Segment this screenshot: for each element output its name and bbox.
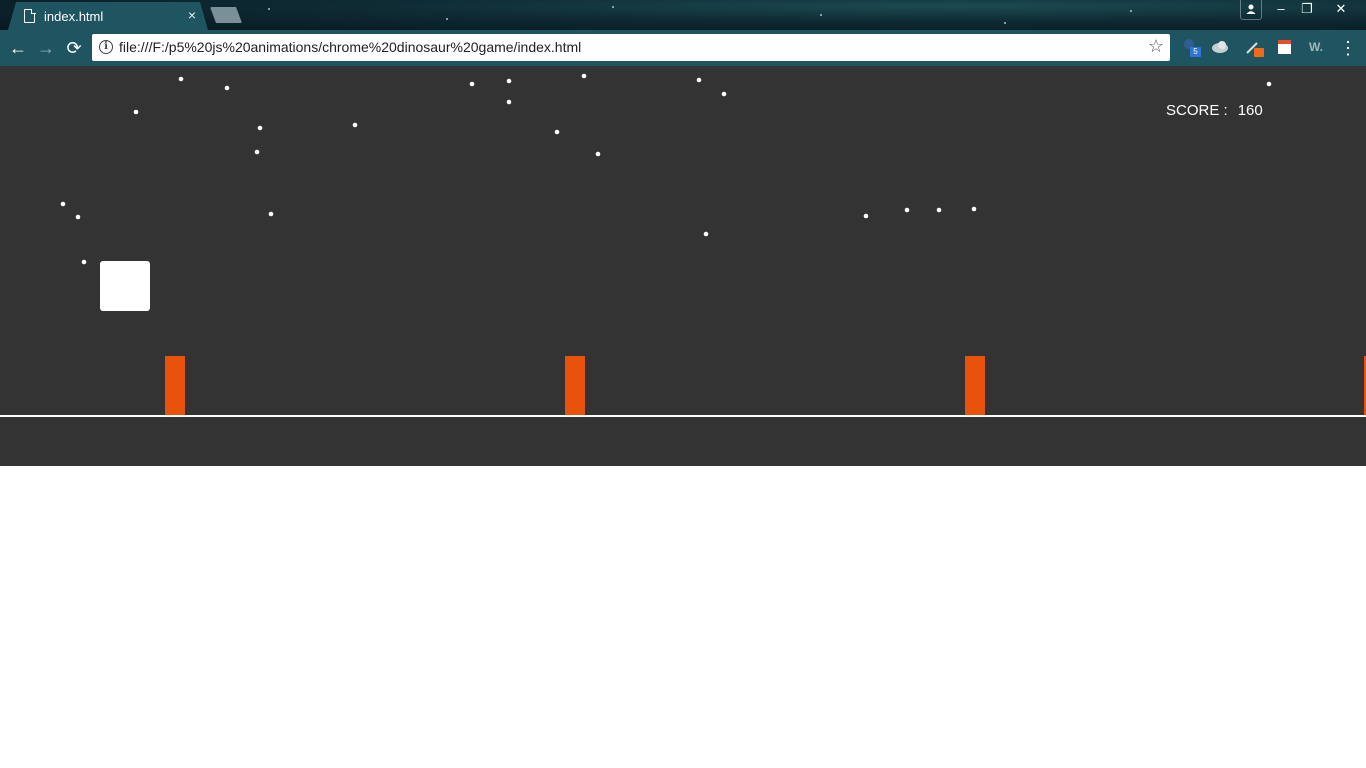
star-dot [703, 231, 709, 237]
star-field [60, 73, 1272, 265]
extension-cloud-icon[interactable] [1210, 37, 1230, 57]
star-dot [469, 81, 475, 87]
back-button[interactable]: ← [6, 36, 30, 60]
tab-close-icon[interactable]: × [184, 7, 200, 23]
extension-w-icon[interactable]: W. [1306, 37, 1326, 57]
close-window-button[interactable]: ✕ [1322, 0, 1360, 20]
star-dot [581, 73, 587, 79]
obstacle-pillar [165, 356, 185, 415]
star-dot [224, 85, 230, 91]
star-dot [60, 201, 66, 207]
extension-stack-icon[interactable]: 5 [1180, 37, 1201, 57]
background-star [820, 14, 822, 16]
star-dot [352, 122, 358, 128]
forward-button[interactable]: → [34, 36, 58, 60]
star-dot [81, 259, 87, 265]
obstacle-pillar [565, 356, 585, 415]
browser-titlebar: index.html × – ❐ ✕ [0, 0, 1366, 30]
star-dot [1266, 81, 1272, 87]
star-dot [863, 213, 869, 219]
score-label: SCORE : [1166, 102, 1228, 119]
star-dot [257, 125, 263, 131]
score-value: 160 [1237, 102, 1263, 119]
maximize-button[interactable]: ❐ [1296, 0, 1318, 20]
new-tab-button[interactable] [210, 7, 242, 23]
star-dot [971, 206, 977, 212]
star-dot [554, 129, 560, 135]
profile-icon[interactable] [1240, 0, 1262, 20]
minimize-button[interactable]: – [1270, 0, 1292, 20]
star-dot [721, 91, 727, 97]
star-dot [595, 151, 601, 157]
file-icon [24, 8, 36, 23]
star-dot [506, 99, 512, 105]
background-star [1004, 22, 1006, 24]
browser-toolbar: ← → ⟳ i file:///F:/p5%20js%20animations/… [0, 30, 1366, 66]
address-bar[interactable]: i file:///F:/p5%20js%20animations/chrome… [92, 34, 1170, 61]
star-dot [904, 207, 910, 213]
game-scene [0, 73, 1366, 417]
star-dot [178, 76, 184, 82]
background-star [612, 6, 614, 8]
background-star [268, 8, 270, 10]
star-dot [75, 214, 81, 220]
star-dot [254, 149, 260, 155]
extension-badge: 5 [1190, 47, 1201, 57]
reload-button[interactable]: ⟳ [62, 36, 86, 60]
star-dot [268, 211, 274, 217]
game-canvas[interactable]: SCORE : 160 [0, 66, 1366, 466]
page-blank-area [0, 466, 1366, 768]
info-icon[interactable]: i [99, 40, 113, 54]
star-dot [936, 207, 942, 213]
note-card-icon [1278, 40, 1291, 54]
url-text[interactable]: file:///F:/p5%20js%20animations/chrome%2… [119, 39, 581, 55]
extension-pen-icon[interactable] [1243, 37, 1264, 57]
tab-title: index.html [44, 9, 104, 24]
star-dot [133, 109, 139, 115]
score-display: SCORE : 160 [1166, 102, 1263, 119]
extension-note-icon[interactable] [1275, 37, 1295, 57]
star-dot [696, 77, 702, 83]
bookmark-star-icon[interactable]: ☆ [1148, 36, 1164, 57]
player-block [100, 261, 150, 311]
star-dot [506, 78, 512, 84]
extension-orange-badge [1254, 48, 1264, 57]
tab-index-html[interactable]: index.html × [8, 2, 208, 30]
obstacle-pillar [965, 356, 985, 415]
background-star [1130, 10, 1132, 12]
background-star [446, 18, 448, 20]
chrome-menu-icon[interactable]: ⋮ [1338, 36, 1358, 60]
ground-line [0, 415, 1366, 417]
